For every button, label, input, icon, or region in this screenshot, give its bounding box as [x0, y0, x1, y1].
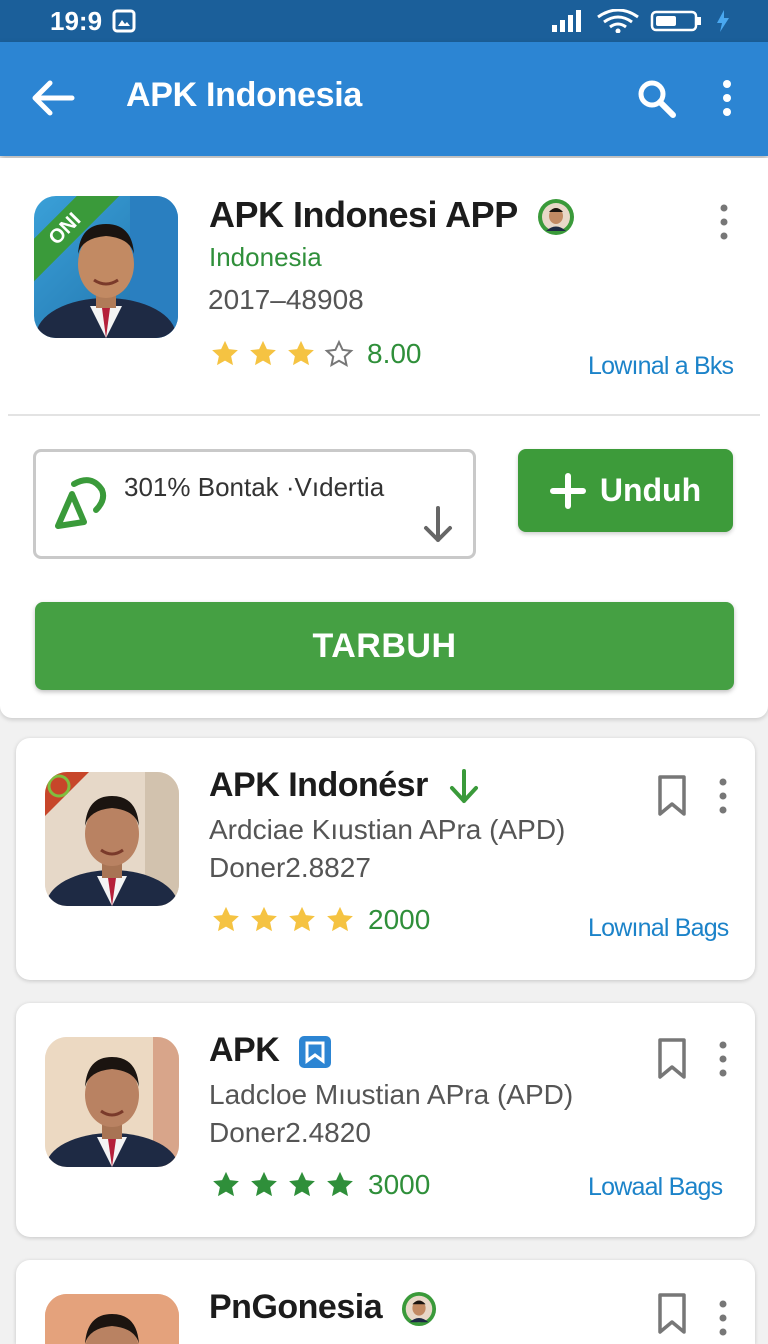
more-vert-icon[interactable]: [712, 78, 742, 118]
app-badge-icon: [299, 1036, 332, 1069]
list-item-subtitle: Ardciae Kıustian APra (APD): [209, 814, 566, 845]
list-item-link[interactable]: Lowaal Bags: [588, 1173, 723, 1202]
verified-avatar-icon: [402, 1291, 437, 1327]
list-item-title: APK Indonésr: [209, 766, 481, 806]
featured-app-country: Indonesia: [209, 242, 322, 272]
star-filled-icon: [251, 906, 277, 932]
list-item[interactable]: PnGonesia: [16, 1260, 755, 1344]
star-filled-icon: [289, 906, 315, 932]
gallery-notification-icon: [112, 9, 136, 33]
hero-divider: [8, 414, 760, 416]
app-bar: APK Indonesia: [0, 42, 768, 156]
list-item-rating: 3000: [210, 1169, 430, 1201]
star-filled-icon: [250, 340, 276, 366]
list-item-subtitle: Ladcloe Mıustian APra (APD): [209, 1079, 574, 1110]
list-item-meta: Doner2.8827: [209, 852, 371, 883]
featured-app-link[interactable]: Lowınal a Bks: [588, 352, 734, 381]
verified-avatar-icon: [537, 199, 574, 236]
version-select[interactable]: 301% Bontak ·Vıdertia: [33, 449, 476, 559]
bookmark-icon[interactable]: [656, 1292, 688, 1336]
list-item-title: PnGonesia: [209, 1288, 437, 1327]
portrait-image: [45, 1037, 179, 1167]
star-filled-icon: [327, 906, 353, 932]
list-item-more-icon[interactable]: [713, 776, 733, 816]
status-time: 19:9: [50, 5, 103, 36]
charging-icon: [717, 10, 729, 32]
download-arrow-icon: [449, 769, 478, 804]
app-bar-title: APK Indonesia: [126, 76, 363, 114]
wifi-icon: [597, 9, 639, 33]
list-item-title: APK: [209, 1031, 332, 1070]
download-icon: [424, 506, 452, 542]
battery-icon: [650, 10, 701, 32]
star-filled-icon: [289, 1171, 315, 1197]
list-item-meta: Doner2.4820: [209, 1117, 371, 1148]
star-filled-icon: [212, 340, 238, 366]
search-icon[interactable]: [636, 78, 676, 118]
featured-app-rating-value: 8.00: [367, 338, 422, 369]
list-item[interactable]: APK Indonésr Ardciae Kıustian APra (APD)…: [16, 738, 755, 980]
status-bar: 19:9: [0, 0, 768, 42]
star-filled-icon: [251, 1171, 277, 1197]
list-item-more-icon[interactable]: [713, 1298, 733, 1338]
brand-badge-icon: [45, 772, 89, 816]
portrait-image: [45, 1294, 179, 1344]
back-arrow-icon[interactable]: [30, 78, 76, 118]
star-filled-icon: [213, 1171, 239, 1197]
list-item[interactable]: APK Ladcloe Mıustian APra (APD) Doner2.4…: [16, 1003, 755, 1237]
list-item-rating: 2000: [210, 904, 430, 936]
featured-app-more-icon[interactable]: [714, 202, 734, 242]
featured-app-code: 2017–48908: [208, 284, 364, 315]
plus-icon: [549, 472, 586, 509]
list-item-icon: [45, 1037, 179, 1167]
version-select-text: 301% Bontak ·Vıdertia: [124, 472, 385, 502]
signal-icon: [552, 10, 581, 32]
star-filled-icon: [213, 906, 239, 932]
bookmark-icon[interactable]: [656, 1037, 688, 1081]
bookmark-icon[interactable]: [656, 774, 688, 818]
featured-app-rating: 8.00: [209, 338, 422, 370]
unduh-button[interactable]: Unduh: [518, 449, 733, 532]
list-item-rating-value: 2000: [368, 904, 431, 935]
tarbuh-button[interactable]: TARBUH: [35, 602, 734, 690]
list-item-icon: [45, 1294, 179, 1344]
star-filled-icon: [327, 1171, 353, 1197]
unduh-button-label: Unduh: [599, 472, 702, 508]
list-item-more-icon[interactable]: [713, 1039, 733, 1079]
star-empty-icon: [324, 339, 354, 367]
featured-app-icon[interactable]: ONI: [34, 196, 178, 338]
tarbuh-button-label: TARBUH: [312, 626, 457, 665]
list-item-link[interactable]: Lowınal Bags: [588, 914, 729, 943]
brand-logo-icon: [55, 477, 107, 529]
star-filled-icon: [288, 340, 314, 366]
list-item-rating-value: 3000: [368, 1169, 431, 1200]
featured-app-panel: ONI APK Indonesi APP Indonesia 2017–4890…: [0, 158, 768, 718]
list-item-icon: [45, 772, 179, 906]
featured-app-title: APK Indonesi APP: [209, 194, 575, 236]
